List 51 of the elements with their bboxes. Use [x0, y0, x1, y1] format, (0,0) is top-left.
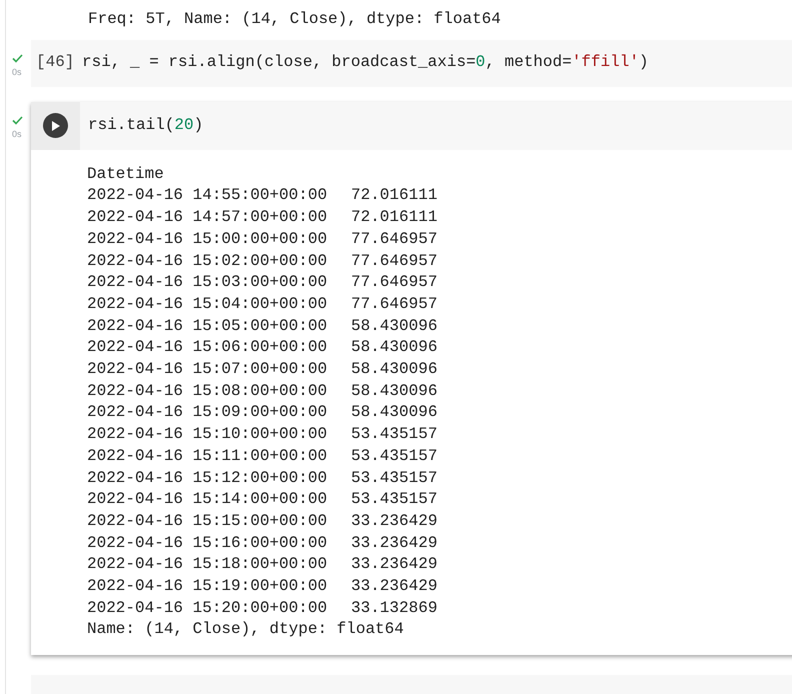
output-line: Freq: 5T, Name: (14, Close), dtype: float64: [88, 9, 502, 30]
timestamp: 2022-04-16 15:14:00+00:00: [87, 489, 328, 510]
timestamp: 2022-04-16 15:06:00+00:00: [87, 337, 328, 358]
run-button[interactable]: [43, 113, 68, 138]
timestamp: 2022-04-16 15:12:00+00:00: [87, 468, 328, 489]
series-value: 58.430096: [351, 402, 438, 424]
run-time: 0s: [12, 66, 22, 77]
series-value: 33.236429: [351, 554, 438, 576]
code-line: rsi, _ = rsi.align(close, broadcast_axis=0, method='ffill'): [82, 52, 649, 74]
timestamp: 2022-04-16 15:19:00+00:00: [87, 576, 328, 598]
series-value: 77.646957: [351, 228, 438, 250]
timestamp: 2022-04-16 15:00:00+00:00: [87, 228, 328, 250]
timestamp: 2022-04-16 15:04:00+00:00: [87, 294, 328, 315]
code-line: rsi.tail(20): [88, 114, 204, 136]
series-value: 53.435157: [351, 468, 438, 489]
index-name: Datetime: [87, 164, 165, 185]
series-value: 77.646957: [351, 272, 438, 294]
timestamp: 2022-04-16 15:20:00+00:00: [87, 598, 328, 619]
timestamp: 2022-04-16 14:55:00+00:00: [87, 185, 328, 206]
timestamp: 2022-04-16 15:18:00+00:00: [87, 554, 328, 576]
series-value: 77.646957: [351, 294, 438, 315]
series-value: 72.016111: [351, 207, 438, 228]
series-value: 58.430096: [351, 359, 438, 380]
timestamp: 2022-04-16 15:09:00+00:00: [87, 402, 328, 424]
timestamp: 2022-04-16 15:08:00+00:00: [87, 380, 328, 402]
code-cell[interactable]: [31, 102, 792, 656]
timestamp: 2022-04-16 15:16:00+00:00: [87, 532, 328, 554]
series-value: 33.132869: [351, 598, 438, 619]
series-value: 58.430096: [351, 337, 438, 358]
output-line: Name: (14, Close), dtype: float64: [87, 619, 405, 640]
timestamp: 2022-04-16 15:07:00+00:00: [87, 359, 328, 380]
timestamp: 2022-04-16 15:03:00+00:00: [87, 272, 328, 294]
series-value: 58.430096: [351, 380, 438, 402]
series-value: 33.236429: [351, 510, 438, 532]
run-time: 0s: [12, 128, 22, 139]
series-value: 77.646957: [351, 250, 438, 272]
timestamp: 2022-04-16 15:11:00+00:00: [87, 446, 328, 467]
timestamp: 2022-04-16 15:10:00+00:00: [87, 424, 328, 446]
timestamp: 2022-04-16 14:57:00+00:00: [87, 207, 328, 228]
play-icon: [51, 120, 60, 131]
series-value: 53.435157: [351, 446, 438, 467]
series-value: 33.236429: [351, 576, 438, 598]
series-value: 58.430096: [351, 316, 438, 337]
series-value: 53.435157: [351, 489, 438, 510]
timestamp: 2022-04-16 15:15:00+00:00: [87, 510, 328, 532]
timestamp: 2022-04-16 15:05:00+00:00: [87, 316, 328, 337]
timestamp: 2022-04-16 15:02:00+00:00: [87, 250, 328, 272]
execution-count: [46]: [35, 52, 76, 74]
series-value: 72.016111: [351, 185, 438, 206]
series-value: 33.236429: [351, 532, 438, 554]
series-value: 53.435157: [351, 424, 438, 446]
